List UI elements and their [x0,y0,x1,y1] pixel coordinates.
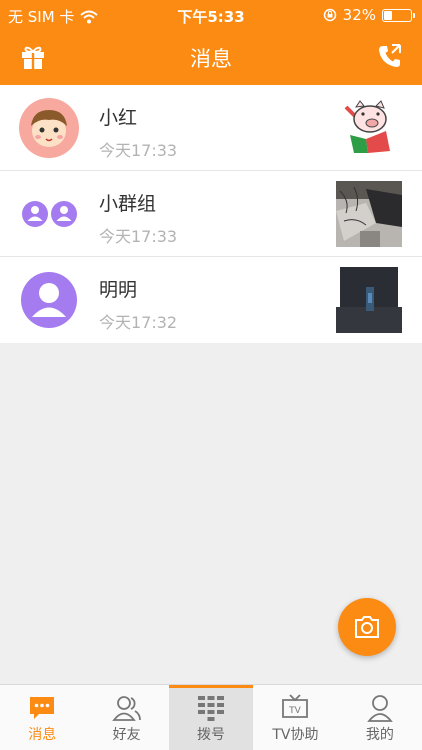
tab-label: TV协助 [272,727,319,743]
contact-name: 小群组 [99,193,157,215]
message-time: 今天17:33 [99,227,178,246]
tab-label: 拨号 [197,727,226,743]
tab-friends[interactable]: 好友 [84,685,168,750]
svg-text:TV: TV [289,706,302,716]
desk-photo[interactable] [336,181,402,247]
conversation-item[interactable]: 小红 今天17:33 [0,85,422,171]
camera-icon [355,616,379,638]
message-time: 今天17:33 [99,141,178,160]
dark-photo[interactable] [336,267,402,333]
cartoon-pig-sticker[interactable] [336,95,402,161]
phone-icon[interactable] [376,42,404,70]
battery-percent: 32% [342,6,376,24]
battery-fill [384,10,392,20]
tab-me[interactable]: 我的 [338,685,422,750]
message-time: 今天17:32 [99,313,178,332]
conversation-list: 小红 今天17:33 小群组 今天17:33 明明 今天17:32 [0,85,422,343]
message-icon [30,697,55,719]
conversation-item[interactable]: 明明 今天17:32 [0,257,422,343]
rotation-lock-icon [323,8,336,22]
page-title: 消息 [190,47,232,71]
battery-icon [382,8,415,22]
camera-button[interactable] [338,598,396,656]
user-icon [366,695,393,722]
conversation-item[interactable]: 小群组 今天17:33 [0,171,422,257]
contact-name: 明明 [99,279,138,301]
tab-dial[interactable]: 拨号 [168,685,254,750]
tab-tv-assist[interactable]: TV TV协助 [253,685,337,750]
tab-label: 好友 [112,727,141,743]
tab-messages[interactable]: 消息 [0,685,84,750]
tab-bar: 消息 好友 拨号 TV TV协助 我的 [0,684,422,750]
friends-icon [111,696,141,721]
contact-name: 小红 [99,107,138,129]
nav-bar: 消息 [0,30,422,85]
dialpad-icon [198,696,225,721]
person-avatar [21,272,77,328]
group-avatar [22,201,77,227]
tab-label: 消息 [28,727,57,743]
tv-icon: TV [282,694,309,718]
status-bar: 无 SIM 卡 下午5:33 32% [0,0,422,30]
tab-label: 我的 [365,727,394,743]
cartoon-boy-avatar [19,98,79,158]
